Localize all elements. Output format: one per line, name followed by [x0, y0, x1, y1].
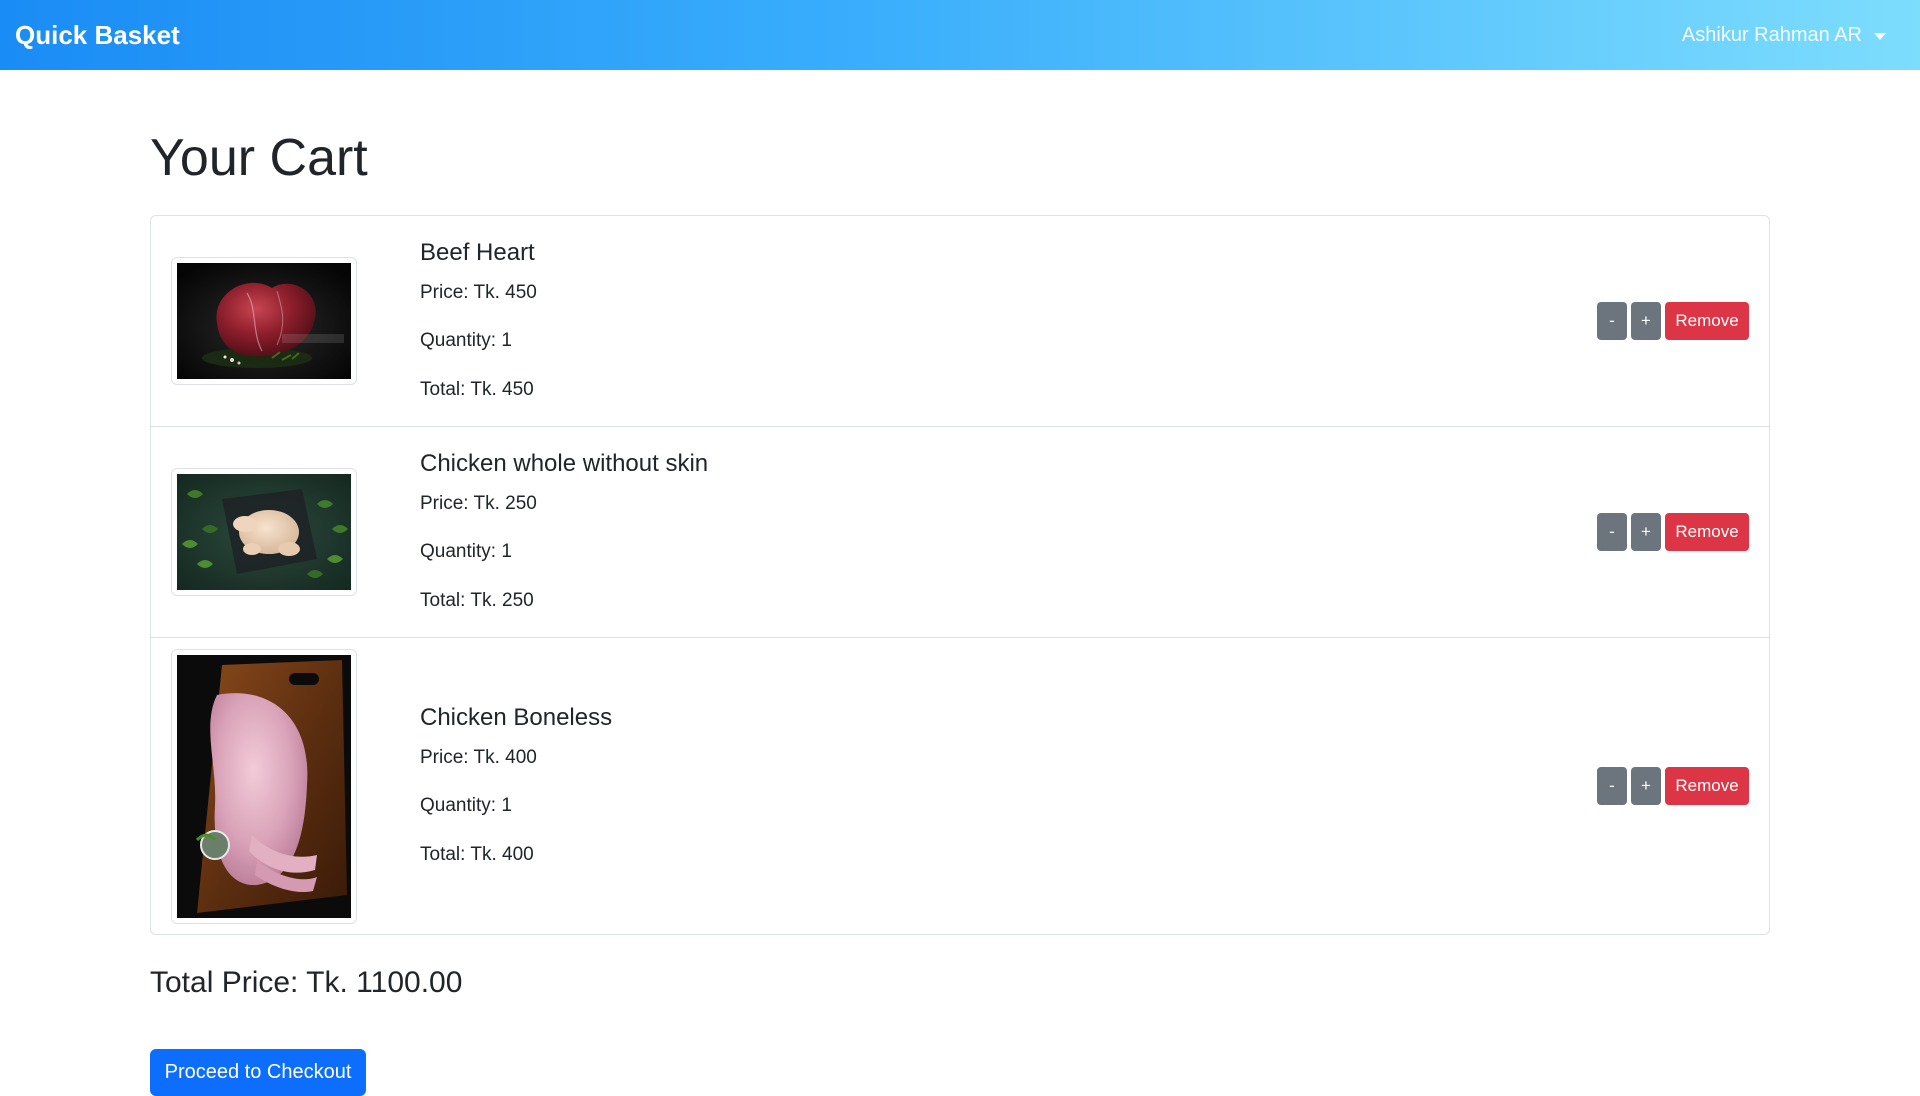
item-total: Total: Tk. 250: [420, 589, 534, 611]
cart-list: Beef Heart Price: Tk. 450 Quantity: 1 To…: [150, 215, 1770, 935]
product-thumbnail: [171, 257, 357, 385]
remove-item-button[interactable]: Remove: [1665, 302, 1749, 340]
item-name: Chicken Boneless: [420, 703, 613, 731]
item-details: Chicken Boneless Price: Tk. 400 Quantity…: [420, 704, 1769, 869]
caret-down-icon: [1874, 32, 1886, 40]
page-title: Your Cart: [150, 129, 368, 187]
boneless-chicken-image: [177, 654, 351, 918]
decrease-quantity-button[interactable]: -: [1597, 302, 1627, 340]
product-thumbnail: [171, 648, 357, 924]
item-price: Price: Tk. 450: [420, 281, 537, 303]
cart-item: Chicken Boneless Price: Tk. 400 Quantity…: [151, 638, 1769, 934]
item-quantity: Quantity: 1: [420, 541, 512, 563]
brand-logo-link[interactable]: Quick Basket: [15, 20, 180, 51]
item-quantity: Quantity: 1: [420, 330, 512, 352]
item-details: Chicken whole without skin Price: Tk. 25…: [420, 450, 1769, 615]
remove-item-button[interactable]: Remove: [1665, 767, 1749, 805]
beef-heart-image: [177, 263, 351, 379]
decrease-quantity-button[interactable]: -: [1597, 513, 1627, 551]
remove-item-button[interactable]: Remove: [1665, 513, 1749, 551]
item-actions: - + Remove: [1597, 767, 1749, 805]
whole-chicken-image: [177, 474, 351, 590]
navbar: Quick Basket Ashikur Rahman AR: [0, 0, 1920, 70]
increase-quantity-button[interactable]: +: [1631, 302, 1661, 340]
item-details: Beef Heart Price: Tk. 450 Quantity: 1 To…: [420, 239, 1769, 404]
decrease-quantity-button[interactable]: -: [1597, 767, 1627, 805]
item-actions: - + Remove: [1597, 302, 1749, 340]
user-dropdown-toggle[interactable]: Ashikur Rahman AR: [1682, 24, 1886, 47]
increase-quantity-button[interactable]: +: [1631, 513, 1661, 551]
item-price: Price: Tk. 400: [420, 746, 537, 768]
user-name: Ashikur Rahman AR: [1681, 23, 1862, 46]
item-name: Chicken whole without skin: [420, 449, 709, 477]
item-total: Total: Tk. 400: [420, 843, 534, 865]
item-total: Total: Tk. 450: [420, 378, 534, 400]
item-name: Beef Heart: [420, 238, 535, 266]
main-content: Your Cart Beef Heart Price: Tk. 450 Quan…: [150, 70, 1770, 1096]
proceed-to-checkout-button[interactable]: Proceed to Checkout: [150, 1048, 366, 1096]
item-price: Price: Tk. 250: [420, 492, 537, 514]
cart-item: Beef Heart Price: Tk. 450 Quantity: 1 To…: [151, 216, 1769, 427]
cart-item: Chicken whole without skin Price: Tk. 25…: [151, 427, 1769, 638]
item-quantity: Quantity: 1: [420, 795, 512, 817]
product-thumbnail: [171, 468, 357, 596]
increase-quantity-button[interactable]: +: [1631, 767, 1661, 805]
item-actions: - + Remove: [1597, 513, 1749, 551]
total-price: Total Price: Tk. 1100.00: [150, 966, 463, 999]
